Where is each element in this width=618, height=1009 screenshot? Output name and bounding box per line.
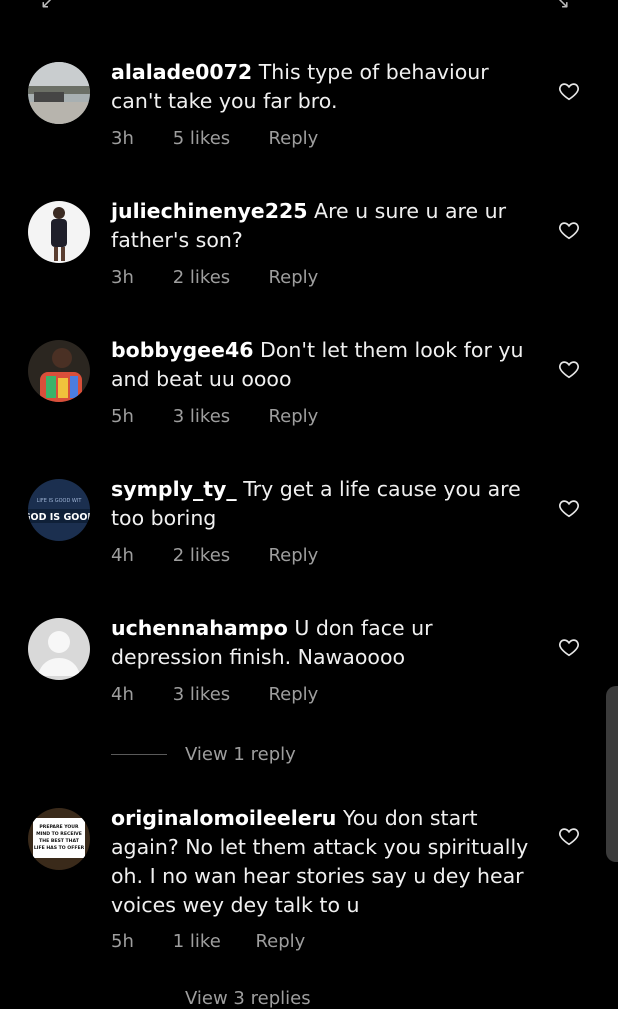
comment-username[interactable]: juliechinenye225 (111, 199, 308, 223)
comment-text-block: symply_ty_ Try get a life cause you are … (111, 475, 536, 533)
avatar-caption-line: THE BEST THAT (39, 838, 80, 844)
comment-likes[interactable]: 1 like (173, 931, 250, 952)
heart-icon[interactable] (558, 358, 580, 380)
comment-text-block: juliechinenye225 Are u sure u are ur fat… (111, 197, 536, 255)
comment-text-block: originalomoileeleru You don start again?… (111, 804, 536, 920)
comment-username[interactable]: bobbygee46 (111, 338, 253, 362)
comment-time: 4h (111, 545, 134, 566)
reply-button[interactable]: Reply (268, 684, 318, 705)
avatar-caption-line: PREPARE YOUR (39, 824, 79, 830)
view-replies-label: View 3 replies (185, 988, 311, 1009)
view-replies-button[interactable]: View 1 reply (111, 744, 296, 765)
reply-button[interactable]: Reply (268, 545, 318, 566)
heart-icon[interactable] (558, 497, 580, 519)
comment-meta: 3h 5 likes Reply (111, 128, 318, 149)
comment-meta: 3h 2 likes Reply (111, 267, 318, 288)
comment-time: 5h (111, 406, 134, 427)
replies-divider (111, 754, 167, 755)
view-replies-label: View 1 reply (185, 744, 296, 765)
avatar[interactable]: LIFE IS GOOD WIT GOD IS GOOD (28, 479, 90, 541)
avatar-caption-line: MIND TO RECEIVE (36, 831, 82, 837)
comment-time: 3h (111, 128, 134, 149)
heart-icon[interactable] (558, 825, 580, 847)
comment-text-block: bobbygee46 Don't let them look for yu an… (111, 336, 536, 394)
avatar-caption-line: LIFE HAS TO OFFER (34, 845, 85, 851)
person-icon (28, 618, 90, 680)
comment-time: 3h (111, 267, 134, 288)
comment-time: 4h (111, 684, 134, 705)
comment-likes[interactable]: 3 likes (173, 406, 263, 427)
comment-meta: 4h 3 likes Reply (111, 684, 318, 705)
comment-meta: 5h 1 like Reply (111, 931, 305, 952)
heart-icon[interactable] (558, 636, 580, 658)
reply-button[interactable]: Reply (268, 128, 318, 149)
comment-meta: 4h 2 likes Reply (111, 545, 318, 566)
comment-likes[interactable]: 2 likes (173, 267, 263, 288)
comment-likes[interactable]: 5 likes (173, 128, 263, 149)
avatar[interactable] (28, 618, 90, 680)
reply-button[interactable]: Reply (255, 931, 305, 952)
avatar-caption-top: LIFE IS GOOD WIT (37, 498, 83, 504)
comment-text-block: alalade0072 This type of behaviour can't… (111, 58, 536, 116)
back-arrow-icon[interactable]: ↙ (40, 0, 55, 13)
edge-panel-handle[interactable] (606, 686, 618, 862)
comment-username[interactable]: symply_ty_ (111, 477, 237, 501)
comment-text-block: uchennahampo U don face ur depression fi… (111, 614, 536, 672)
comment-time: 5h (111, 931, 134, 952)
share-icon[interactable]: ↘ (555, 0, 570, 13)
avatar-caption-main: GOD IS GOOD (28, 512, 90, 523)
view-replies-button[interactable]: View 3 replies (185, 988, 311, 1009)
reply-button[interactable]: Reply (268, 406, 318, 427)
comment-username[interactable]: originalomoileeleru (111, 806, 336, 830)
reply-button[interactable]: Reply (268, 267, 318, 288)
comment-likes[interactable]: 3 likes (173, 684, 263, 705)
comment-username[interactable]: uchennahampo (111, 616, 288, 640)
comment-username[interactable]: alalade0072 (111, 60, 252, 84)
heart-icon[interactable] (558, 80, 580, 102)
heart-icon[interactable] (558, 219, 580, 241)
avatar[interactable] (28, 62, 90, 124)
comment-meta: 5h 3 likes Reply (111, 406, 318, 427)
comment-likes[interactable]: 2 likes (173, 545, 263, 566)
avatar[interactable] (28, 201, 90, 263)
avatar[interactable] (28, 340, 90, 402)
avatar[interactable]: PREPARE YOUR MIND TO RECEIVE THE BEST TH… (28, 808, 90, 870)
